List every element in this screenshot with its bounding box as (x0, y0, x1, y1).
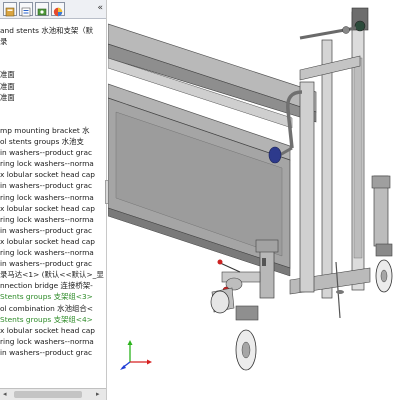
feature-tree-item-label: ring lock washers--norma (0, 336, 94, 346)
right-caster-hub (380, 269, 388, 283)
feature-tree-item[interactable]: ol combination 水池组合< (0, 303, 106, 314)
feature-tree-item[interactable]: mp mounting bracket 水 (0, 125, 106, 136)
feature-tree-item-label: in washers--product grac (0, 181, 93, 191)
feature-tree-item[interactable] (0, 103, 106, 114)
feature-tree-item[interactable]: ol stents groups 水池支 (0, 136, 106, 147)
feature-tree-item-label: ol stents groups 水池支 (0, 137, 84, 146)
feature-tree-item[interactable]: nnection bridge 连接桥架- (0, 280, 106, 291)
feature-tree-item[interactable]: 准面 (0, 81, 106, 92)
feature-tree-item-label: x lobular socket head cap (0, 170, 95, 180)
feature-tree-item[interactable] (0, 58, 106, 69)
center-support-rod (335, 261, 341, 319)
feature-tree-item-label: 准面 (0, 70, 15, 80)
view-orientation-triad (120, 340, 152, 370)
lever-handle-knob[interactable] (268, 146, 282, 164)
feature-tree-item-label: ring lock washers--norma (0, 159, 94, 169)
feature-tree-item-label: ring lock washers--norma (0, 192, 94, 202)
feature-tree-item-label: 录马达<1> (默认<<默认>_显 (0, 270, 104, 280)
feature-tree-item[interactable]: ring lock washers--norma (0, 336, 106, 347)
shaft-coupling (342, 26, 350, 34)
scroll-right-icon[interactable]: ▸ (96, 390, 100, 398)
feature-tree-item-label: in washers--product grac (0, 148, 93, 158)
property-manager-tab[interactable] (19, 2, 33, 17)
feature-tree-item[interactable] (0, 47, 106, 58)
feature-tree-item[interactable]: in washers--product grac (0, 225, 106, 236)
feature-tree-item[interactable]: 录马达<1> (默认<<默认>_显 (0, 269, 106, 280)
tree-horizontal-scrollbar[interactable]: ◂ ▸ (0, 388, 106, 400)
feature-tree-item-label: mp mounting bracket 水 (0, 125, 90, 135)
feature-tree-item[interactable]: in washers--product grac (0, 147, 106, 158)
feature-manager-tab-bar: « (0, 0, 106, 19)
right-caster-mount (375, 243, 393, 257)
appearance-tab[interactable] (51, 2, 65, 17)
configuration-manager-icon (37, 8, 47, 16)
feature-tree-item-label: 准面 (0, 92, 15, 102)
feature-tree-item-label: 录 (0, 37, 8, 47)
side-caster-wheel (210, 290, 230, 314)
feature-tree-item[interactable]: x lobular socket head cap (0, 203, 106, 214)
right-column-cap (371, 175, 391, 189)
feature-tree-item-label: 准面 (0, 81, 15, 91)
triad-x-arrow-icon (147, 359, 152, 365)
feature-tree-item-label: in washers--product grac (0, 259, 93, 269)
front-left-column-cap (255, 239, 279, 253)
feature-tree-item-label: ring lock washers--norma (0, 248, 94, 257)
feature-tree-item-label: ol combination 水池组合< (0, 303, 93, 313)
front-caster-hub (241, 341, 251, 359)
front-left-bolt (262, 258, 266, 266)
feature-tree-item[interactable]: ring lock washers--norma (0, 192, 106, 203)
valve-tip (217, 259, 223, 265)
feature-tree-item[interactable]: in washers--product grac (0, 347, 106, 358)
feature-tree-item[interactable]: ring lock washers--norma (0, 247, 106, 258)
front-caster-mount (235, 305, 259, 321)
drive-pulley (354, 20, 366, 32)
feature-tree-item-label: x lobular socket head cap (0, 236, 95, 246)
rear-post-slot (353, 57, 363, 259)
feature-tree-item[interactable]: x lobular socket head cap (0, 236, 106, 247)
feature-tree-item-label: nnection bridge 连接桥架- (0, 281, 93, 291)
scroll-left-icon[interactable]: ◂ (3, 390, 7, 398)
appearance-icon (53, 7, 63, 17)
triad-y-arrow-icon (127, 340, 133, 345)
feature-tree-item[interactable]: in washers--product grac (0, 180, 106, 191)
configuration-manager-tab[interactable] (35, 2, 49, 16)
feature-tree-item-label: in washers--product grac (0, 225, 93, 235)
feature-tree-item[interactable]: 录 (0, 36, 106, 47)
front-left-column (259, 245, 275, 299)
inner-post (299, 81, 315, 293)
feature-tree-item-label: Stents groups 支架组<3> (0, 292, 93, 302)
feature-tree-item[interactable]: Stents groups 支架组<3> (0, 291, 106, 302)
feature-tree-item-label: x lobular socket head cap (0, 203, 95, 213)
feature-tree-item[interactable]: x lobular socket head cap (0, 325, 106, 336)
feature-tree-item-label: in washers--product grac (0, 347, 93, 357)
feature-manager-tree-panel[interactable]: « and stents 水池和支架（默录准面 准面 准面 mp mounting b… (0, 0, 107, 400)
feature-tree-item[interactable]: x lobular socket head cap (0, 169, 106, 180)
feature-tree-item-label: and stents 水池和支架（默 (0, 26, 94, 35)
feature-tree-item[interactable]: ring lock washers--norma (0, 214, 106, 225)
graphics-viewport[interactable] (107, 0, 400, 400)
feature-tree-item-label: Stents groups 支架组<4> (0, 314, 93, 324)
feature-tree-item[interactable]: 准面 (0, 69, 106, 80)
feature-tree-item[interactable]: Stents groups 支架组<4> (0, 314, 106, 325)
feature-tree-item-label: ring lock washers--norma (0, 214, 94, 224)
feature-tree-item[interactable] (0, 114, 106, 125)
feature-tree-item[interactable]: and stents 水池和支架（默 (0, 25, 106, 36)
feature-manager-tab[interactable] (3, 2, 17, 17)
feature-tree-item[interactable]: in washers--product grac (0, 258, 106, 269)
rear-post-left (321, 39, 333, 299)
feature-tree-item[interactable]: 准面 (0, 92, 106, 103)
feature-tree-item[interactable]: ring lock washers--norma (0, 158, 106, 169)
rod-collar (336, 290, 344, 294)
property-manager-icon (21, 7, 31, 17)
feature-manager-icon (5, 7, 15, 17)
collapse-panel-button[interactable]: « (97, 3, 103, 13)
feature-tree-item-label: x lobular socket head cap (0, 325, 95, 335)
scroll-thumb[interactable] (14, 391, 82, 398)
